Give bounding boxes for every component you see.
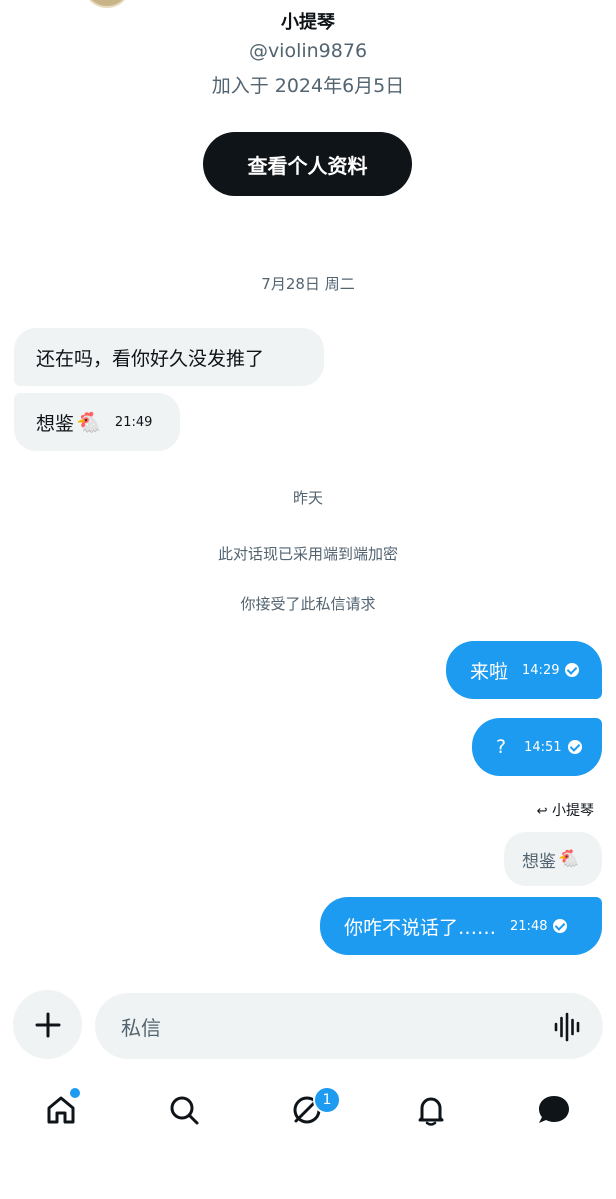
message-time: 14:29 [522,662,560,678]
reply-context: ↩ 小提琴 [537,800,594,820]
avatar[interactable] [86,0,128,8]
day-separator: 昨天 [292,489,323,507]
outgoing-message[interactable]: ? 14:51 [472,718,602,776]
request-accepted-notice: 你接受了此私信请求 [240,595,376,613]
outgoing-message[interactable]: 你咋不说话了…… 21:48 [320,897,602,955]
message-text: 来啦 [470,660,509,683]
reply-to-name: 小提琴 [552,803,594,819]
incoming-message[interactable]: 想鉴 🐔 21:49 [14,393,180,451]
nav-search[interactable] [164,1090,204,1130]
read-check-icon [565,663,580,677]
message-text: ? [496,736,507,758]
message-time: 14:51 [524,739,562,755]
profile-name: 小提琴 [281,12,335,33]
profile-handle: @violin9876 [248,40,368,62]
voice-waveform-icon[interactable] [553,1012,583,1042]
add-media-button[interactable] [13,990,82,1059]
message-text: 你咋不说话了…… [344,916,497,939]
quoted-message[interactable]: 想鉴 🐔 [504,832,602,886]
rooster-emoji: 🐔 [558,849,580,869]
read-check-icon [553,919,568,933]
message-time: 21:48 [510,918,548,934]
rooster-emoji: 🐔 [76,410,101,434]
reply-arrow-icon: ↩ [536,804,548,819]
message-text: 还在吗，看你好久没发推了 [36,347,265,370]
nav-messages[interactable] [534,1090,574,1130]
message-time: 21:49 [114,414,153,430]
messages-badge: 1 [313,1086,341,1114]
nav-notifications[interactable] [411,1090,451,1130]
profile-joined-date: 加入于 2024年6月5日 [211,75,405,97]
message-input[interactable]: 私信 [95,993,603,1059]
message-text: 想鉴 [36,412,75,435]
quoted-text: 想鉴 [522,851,556,872]
message-input-placeholder: 私信 [121,1015,161,1040]
bell-icon [418,1097,444,1126]
chat-icon [539,1096,569,1123]
encryption-notice: 此对话现已采用端到端加密 [217,545,398,563]
search-icon [170,1096,199,1125]
incoming-message[interactable]: 还在吗，看你好久没发推了 [14,328,324,386]
view-profile-button[interactable]: 查看个人资料 [203,132,412,196]
plus-icon [35,1012,60,1037]
read-check-icon [567,740,582,754]
outgoing-message[interactable]: 来啦 14:29 [446,641,602,699]
home-notification-dot [68,1086,82,1100]
date-header: 7月28日 周二 [261,275,355,293]
